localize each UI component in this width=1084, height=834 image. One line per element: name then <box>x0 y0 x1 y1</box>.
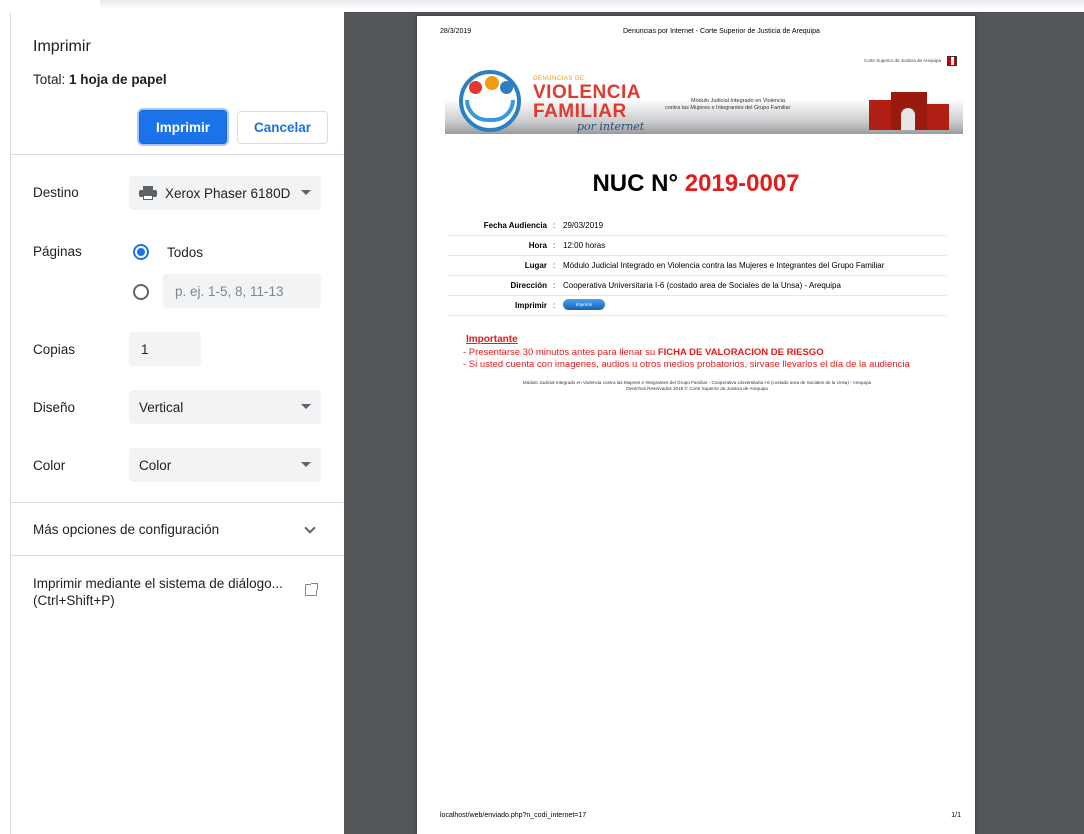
important-line-1-text: - Presentarse 30 minutos antes para llen… <box>463 347 658 358</box>
court-emblem-icon <box>947 56 957 66</box>
color-label: Color <box>33 458 66 473</box>
page-footer-number: 1/1 <box>951 812 961 819</box>
system-dialog-shortcut: (Ctrl+Shift+P) <box>33 593 115 608</box>
divider <box>11 502 345 503</box>
copies-input[interactable]: 1 <box>129 332 201 366</box>
banner-module-line1: Módulo Judicial Integrado en Violencia <box>691 98 786 104</box>
destination-value: Xerox Phaser 6180D <box>165 185 291 201</box>
chevron-down-icon[interactable] <box>304 522 316 534</box>
person-icon <box>500 81 513 94</box>
pages-label: Páginas <box>33 244 82 259</box>
banner-module-line2: contra las Mujeres e Integrantes del Gru… <box>665 105 791 111</box>
info-key: Hora <box>528 241 547 250</box>
chevron-down-icon <box>301 462 311 467</box>
important-line-2: - Si usted cuenta con imagenes, audios u… <box>463 359 910 370</box>
nuc-label: NUC N° <box>592 170 679 197</box>
divider <box>11 555 345 556</box>
info-row: Lugar : Módulo Judicial Integrado en Vio… <box>447 256 947 276</box>
print-settings-panel: Imprimir Total: 1 hoja de papel Imprimir… <box>10 12 345 834</box>
banner-court-name: Corte Superior de Justicia de Arequipa <box>863 58 941 63</box>
page-header-title: Denuncias por Internet - Corte Superior … <box>623 28 820 35</box>
total-prefix: Total: <box>33 72 66 87</box>
courthouse-illustration <box>861 88 957 130</box>
person-icon <box>469 81 482 94</box>
cancel-button[interactable]: Cancelar <box>237 111 328 144</box>
info-key: Imprimir <box>514 301 547 310</box>
important-line-1: - Presentarse 30 minutos antes para llen… <box>463 347 824 358</box>
important-title: Importante <box>466 334 518 345</box>
sheet-total: Total: 1 hoja de papel <box>33 72 167 87</box>
dialog-title: Imprimir <box>33 38 91 55</box>
pages-custom-radio[interactable] <box>133 284 149 300</box>
person-icon <box>485 76 499 90</box>
layout-label: Diseño <box>33 400 76 415</box>
copies-label: Copias <box>33 342 76 357</box>
divider <box>11 154 345 155</box>
print-button[interactable]: Imprimir <box>139 110 227 144</box>
info-value: 29/03/2019 <box>563 221 604 230</box>
info-value: Módulo Judicial Integrado en Violencia c… <box>563 261 885 270</box>
info-row: Hora : 12:00 horas <box>447 236 947 256</box>
chevron-down-icon <box>301 404 311 409</box>
layout-select[interactable]: Vertical <box>129 390 321 424</box>
info-separator: : <box>553 301 556 310</box>
page-footer-url: localhost/web/enviado.php?n_codi_interne… <box>440 812 587 819</box>
info-key: Dirección <box>510 281 547 290</box>
info-key: Fecha Audiencia <box>483 221 547 230</box>
color-value: Color <box>139 457 172 473</box>
important-line-1-bold: FICHA DE VALORACION DE RIESGO <box>657 347 824 358</box>
pages-all-label: Todos <box>167 245 204 260</box>
system-dialog-line1: Imprimir mediante el sistema de diálogo.… <box>33 576 283 591</box>
printer-icon <box>139 186 157 200</box>
info-row: Imprimir : Imprimir <box>447 296 947 316</box>
destination-label: Destino <box>33 185 79 200</box>
top-shade <box>100 0 1084 10</box>
color-select[interactable]: Color <box>129 448 321 482</box>
info-value: 12:00 horas <box>563 241 606 250</box>
more-settings-toggle[interactable]: Más opciones de configuración <box>33 522 219 537</box>
preview-print-button: Imprimir <box>563 299 605 310</box>
open-external-icon[interactable] <box>305 583 318 596</box>
pages-custom-input[interactable]: p. ej. 1-5, 8, 11-13 <box>163 274 321 308</box>
system-dialog-link[interactable]: Imprimir mediante el sistema de diálogo.… <box>33 575 293 609</box>
nuc-number: 2019-0007 <box>684 170 800 197</box>
site-banner: Corte Superior de Justicia de Arequipa D… <box>445 56 963 134</box>
info-separator: : <box>553 241 556 250</box>
pages-all-radio[interactable] <box>133 244 149 260</box>
layout-value: Vertical <box>139 399 184 415</box>
total-value: 1 hoja de papel <box>69 72 167 87</box>
info-key: Lugar <box>524 261 547 270</box>
info-separator: : <box>553 281 556 290</box>
info-value: Cooperativa Universitaria I-6 (costado a… <box>563 281 841 290</box>
info-row: Fecha Audiencia : 29/03/2019 <box>447 216 947 236</box>
page-header-date: 28/3/2019 <box>440 28 472 35</box>
nuc-heading: NUC N° 2019-0007 <box>417 170 975 198</box>
destination-select[interactable]: Xerox Phaser 6180D <box>129 176 321 210</box>
chevron-down-icon <box>301 190 311 195</box>
info-separator: : <box>553 261 556 270</box>
info-row: Dirección : Cooperativa Universitaria I-… <box>447 276 947 296</box>
preview-page: 28/3/2019 Denuncias por Internet - Corte… <box>417 16 975 834</box>
banner-por-internet: por internet <box>577 120 645 133</box>
footnote-line-2: Derechos Reservados 2019 © Corte Superio… <box>626 386 768 391</box>
print-preview-area: 28/3/2019 Denuncias por Internet - Corte… <box>344 12 1084 834</box>
info-separator: : <box>553 221 556 230</box>
top-strip <box>0 0 1084 12</box>
